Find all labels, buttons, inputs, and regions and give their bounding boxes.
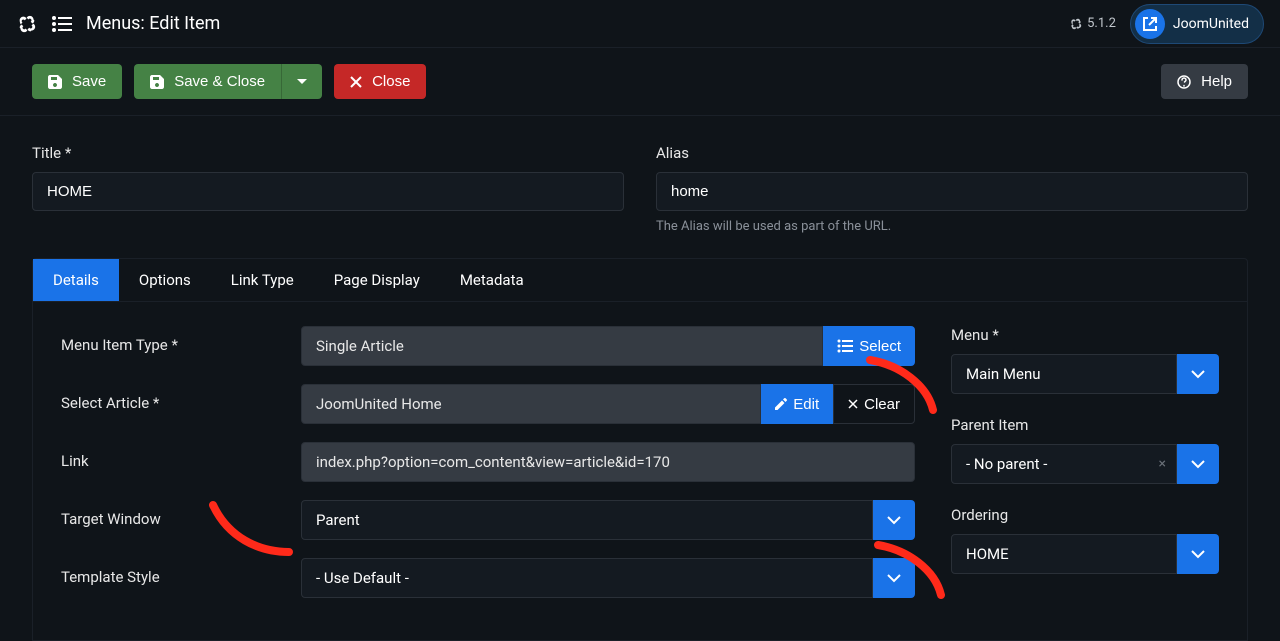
select-type-button[interactable]: Select	[823, 326, 915, 366]
select-article-value: JoomUnited Home	[301, 384, 761, 424]
save-close-button[interactable]: Save & Close	[134, 64, 281, 99]
help-button[interactable]: Help	[1161, 64, 1248, 99]
tab-options[interactable]: Options	[119, 259, 211, 301]
topbar: Menus: Edit Item 5.1.2 JoomUnited	[0, 0, 1280, 48]
template-style-select[interactable]: - Use Default -	[301, 558, 915, 598]
edit-article-button[interactable]: Edit	[761, 384, 833, 424]
chevron-down-icon	[1177, 534, 1219, 574]
title-input[interactable]	[32, 172, 624, 211]
save-dropdown-button[interactable]	[281, 64, 322, 99]
tabs: Details Options Link Type Page Display M…	[33, 259, 1247, 302]
save-button[interactable]: Save	[32, 64, 122, 99]
list-icon	[52, 16, 72, 32]
menu-item-type-value: Single Article	[301, 326, 823, 366]
close-button[interactable]: Close	[334, 64, 426, 99]
parent-item-select[interactable]: - No parent - ×	[951, 444, 1219, 484]
tab-page-display[interactable]: Page Display	[314, 259, 440, 301]
help-icon	[1177, 75, 1191, 89]
tab-content: Menu Item Type * Single Article Select S…	[33, 302, 1247, 640]
chevron-down-icon	[1177, 354, 1219, 394]
list-select-icon	[837, 339, 853, 353]
save-icon	[48, 75, 62, 89]
link-value: index.php?option=com_content&view=articl…	[301, 442, 915, 482]
external-link-icon	[1135, 9, 1165, 39]
parent-item-label: Parent Item	[951, 416, 1219, 434]
select-article-label: Select Article *	[61, 384, 301, 412]
page-title: Menus: Edit Item	[86, 13, 220, 34]
tab-details[interactable]: Details	[33, 259, 119, 301]
alias-input[interactable]	[656, 172, 1248, 211]
chevron-down-icon	[873, 500, 915, 540]
version-badge: 5.1.2	[1069, 16, 1116, 31]
chevron-down-icon	[296, 78, 308, 86]
menu-select[interactable]: Main Menu	[951, 354, 1219, 394]
target-window-label: Target Window	[61, 500, 301, 528]
pencil-icon	[775, 398, 787, 410]
ordering-label: Ordering	[951, 506, 1219, 524]
template-style-label: Template Style	[61, 558, 301, 586]
alias-label: Alias	[656, 144, 1248, 162]
ordering-select[interactable]: HOME	[951, 534, 1219, 574]
tab-metadata[interactable]: Metadata	[440, 259, 544, 301]
clear-icon[interactable]: ×	[1159, 456, 1166, 472]
link-label: Link	[61, 442, 301, 470]
menu-item-type-label: Menu Item Type *	[61, 326, 301, 354]
clear-article-button[interactable]: Clear	[833, 384, 915, 424]
tab-link-type[interactable]: Link Type	[211, 259, 314, 301]
toolbar: Save Save & Close Close Help	[0, 48, 1280, 116]
close-icon	[848, 399, 858, 409]
close-icon	[350, 76, 362, 88]
menu-label: Menu *	[951, 326, 1219, 344]
save-icon	[150, 75, 164, 89]
alias-help: The Alias will be used as part of the UR…	[656, 219, 1248, 234]
title-label: Title *	[32, 144, 624, 162]
target-window-select[interactable]: Parent	[301, 500, 915, 540]
chevron-down-icon	[873, 558, 915, 598]
chevron-down-icon	[1177, 444, 1219, 484]
external-link-button[interactable]: JoomUnited	[1130, 4, 1264, 44]
joomla-small-icon	[1069, 17, 1083, 31]
tabs-container: Details Options Link Type Page Display M…	[32, 258, 1248, 641]
joomla-logo-icon	[16, 13, 38, 35]
form-area: Title * Alias The Alias will be used as …	[0, 116, 1280, 234]
